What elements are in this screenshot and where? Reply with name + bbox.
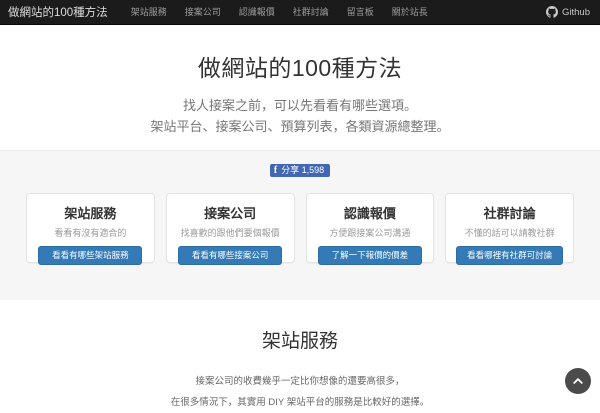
card-title: 社群討論 bbox=[483, 206, 536, 221]
hosting-section-line1: 接案公司的收費幾乎一定比你想像的還要高很多， bbox=[195, 376, 405, 387]
nav-item-community[interactable]: 社群討論 bbox=[284, 0, 338, 25]
hosting-section: 架站服務 接案公司的收費幾乎一定比你想像的還要高很多， 在很多情況下，其實用 D… bbox=[0, 300, 600, 413]
hosting-section-heading: 架站服務 bbox=[261, 331, 338, 352]
card-description: 不懂的話可以請教社群 bbox=[464, 228, 555, 238]
card-hosting: 架站服務 看看有沒有適合的 看看有哪些架站服務 bbox=[26, 193, 155, 265]
card-description: 方便跟接案公司溝通 bbox=[329, 228, 411, 238]
navbar-brand[interactable]: 做網站的100種方法 bbox=[8, 4, 108, 20]
cards-row: 架站服務 看看有沒有適合的 看看有哪些架站服務 接案公司 找喜歡的跟他們要個報價… bbox=[0, 193, 600, 265]
card-title: 認識報價 bbox=[343, 206, 396, 221]
hero-subtitle-line1: 找人接案之前，可以先看看有哪些選項。 bbox=[182, 98, 417, 113]
navbar-links: 架站服務 接案公司 認識報價 社群討論 留言板 關於站長 bbox=[122, 0, 546, 25]
page-title: 做網站的100種方法 bbox=[197, 55, 403, 81]
hero-section: 做網站的100種方法 找人接案之前，可以先看看有哪些選項。 架站平台、接案公司、… bbox=[0, 25, 600, 150]
nav-item-pricing[interactable]: 認識報價 bbox=[230, 0, 284, 25]
card-community-button[interactable]: 看看哪裡有社群可討論 bbox=[456, 246, 564, 265]
card-hosting-button[interactable]: 看看有哪些架站服務 bbox=[38, 246, 143, 265]
nav-item-about[interactable]: 關於站長 bbox=[383, 0, 437, 25]
card-title: 架站服務 bbox=[64, 206, 117, 221]
nav-item-guestbook[interactable]: 留言板 bbox=[338, 0, 383, 25]
card-pricing-button[interactable]: 了解一下報價的價差 bbox=[317, 246, 422, 265]
github-label: Github bbox=[562, 6, 590, 18]
scroll-to-top-button[interactable] bbox=[565, 368, 591, 394]
hosting-section-line2: 在很多情況下，其實用 DIY 架站平台的服務是比較好的選擇。 bbox=[170, 397, 430, 408]
card-description: 看看有沒有適合的 bbox=[54, 228, 127, 238]
card-agencies-button[interactable]: 看看有哪些接案公司 bbox=[178, 246, 283, 265]
card-community: 社群討論 不懂的話可以請教社群 看看哪裡有社群可討論 bbox=[445, 193, 574, 265]
card-title: 接案公司 bbox=[204, 206, 257, 221]
github-icon bbox=[546, 6, 558, 18]
hero-subtitle: 找人接案之前，可以先看看有哪些選項。 架站平台、接案公司、預算列表，各類資源總整… bbox=[0, 95, 600, 137]
nav-item-hosting[interactable]: 架站服務 bbox=[122, 0, 176, 25]
chevron-up-icon bbox=[572, 375, 584, 387]
hosting-section-text: 接案公司的收費幾乎一定比你想像的還要高很多， 在很多情況下，其實用 DIY 架站… bbox=[0, 371, 600, 413]
facebook-share-label: 分享 1,598 bbox=[281, 165, 325, 175]
github-link[interactable]: Github bbox=[546, 6, 590, 18]
facebook-icon: f bbox=[273, 165, 278, 176]
page: 做網站的100種方法 架站服務 接案公司 認識報價 社群討論 留言板 關於站長 … bbox=[0, 0, 600, 413]
card-description: 找喜歡的跟他們要個報價 bbox=[180, 228, 280, 238]
card-pricing: 認識報價 方便跟接案公司溝通 了解一下報價的價差 bbox=[305, 193, 435, 265]
card-agencies: 接案公司 找喜歡的跟他們要個報價 看看有哪些接案公司 bbox=[165, 193, 295, 265]
cards-band: f 分享 1,598 架站服務 看看有沒有適合的 看看有哪些架站服務 接案公司 … bbox=[0, 150, 600, 300]
facebook-share-button[interactable]: f 分享 1,598 bbox=[269, 164, 331, 177]
hero-subtitle-line2: 架站平台、接案公司、預算列表，各類資源總整理。 bbox=[150, 119, 450, 134]
nav-item-agencies[interactable]: 接案公司 bbox=[176, 0, 230, 25]
top-navbar: 做網站的100種方法 架站服務 接案公司 認識報價 社群討論 留言板 關於站長 … bbox=[0, 0, 600, 25]
